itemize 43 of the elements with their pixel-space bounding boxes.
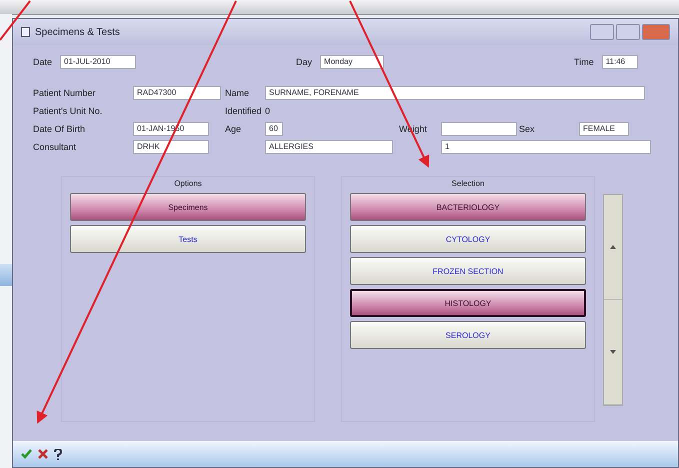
field-label: Time: [574, 57, 594, 67]
field-label: Patient's Unit No.: [33, 106, 104, 116]
field-label: Identified: [225, 106, 263, 116]
scrollbar[interactable]: [603, 194, 623, 406]
text-field[interactable]: 01-JUL-2010: [60, 55, 136, 69]
check-icon[interactable]: [21, 449, 32, 459]
text-field[interactable]: 60: [265, 122, 283, 136]
text-field[interactable]: Monday: [320, 55, 384, 69]
text-field[interactable]: FEMALE: [579, 122, 629, 136]
window-title: Specimens & Tests: [35, 26, 120, 38]
up-arrow-icon[interactable]: [610, 245, 616, 249]
panel-title: Options: [174, 179, 202, 188]
help-icon[interactable]: [54, 448, 62, 460]
panel-title: Selection: [452, 179, 484, 188]
field-label: Age: [225, 124, 242, 134]
down-arrow-icon[interactable]: [610, 350, 616, 354]
text-field[interactable]: 1: [441, 140, 651, 154]
annotation-line: [0, 0, 31, 41]
selection-button[interactable]: CYTOLOGY: [350, 225, 586, 253]
text-field[interactable]: 11:46: [602, 55, 638, 69]
maximize-button[interactable]: [616, 24, 640, 40]
field-label: Date: [33, 57, 52, 67]
text-field[interactable]: SURNAME, FORENAME: [265, 86, 645, 100]
option-button[interactable]: Specimens: [70, 193, 306, 221]
text-field[interactable]: RAD47300: [133, 86, 221, 100]
field-label: Day: [296, 57, 312, 67]
cross-icon[interactable]: [38, 449, 48, 459]
selection-button[interactable]: BACTERIOLOGY: [350, 193, 586, 221]
field-label: Patient Number: [33, 88, 97, 98]
field-label: Date Of Birth: [33, 124, 86, 134]
field-label: Name: [225, 88, 250, 98]
selection-button[interactable]: HISTOLOGY: [350, 289, 586, 317]
field-label: Consultant: [33, 142, 78, 152]
selection-button[interactable]: FROZEN SECTION: [350, 257, 586, 285]
text-field[interactable]: DRHK: [133, 140, 209, 154]
identified-value: 0: [265, 106, 272, 116]
option-button[interactable]: Tests: [70, 225, 306, 253]
minimize-button[interactable]: [590, 24, 614, 40]
window-icon: [21, 27, 30, 37]
text-field[interactable]: ALLERGIES: [265, 140, 393, 154]
text-field[interactable]: [441, 122, 517, 136]
selection-button[interactable]: SEROLOGY: [350, 321, 586, 349]
field-label: Sex: [519, 124, 536, 134]
